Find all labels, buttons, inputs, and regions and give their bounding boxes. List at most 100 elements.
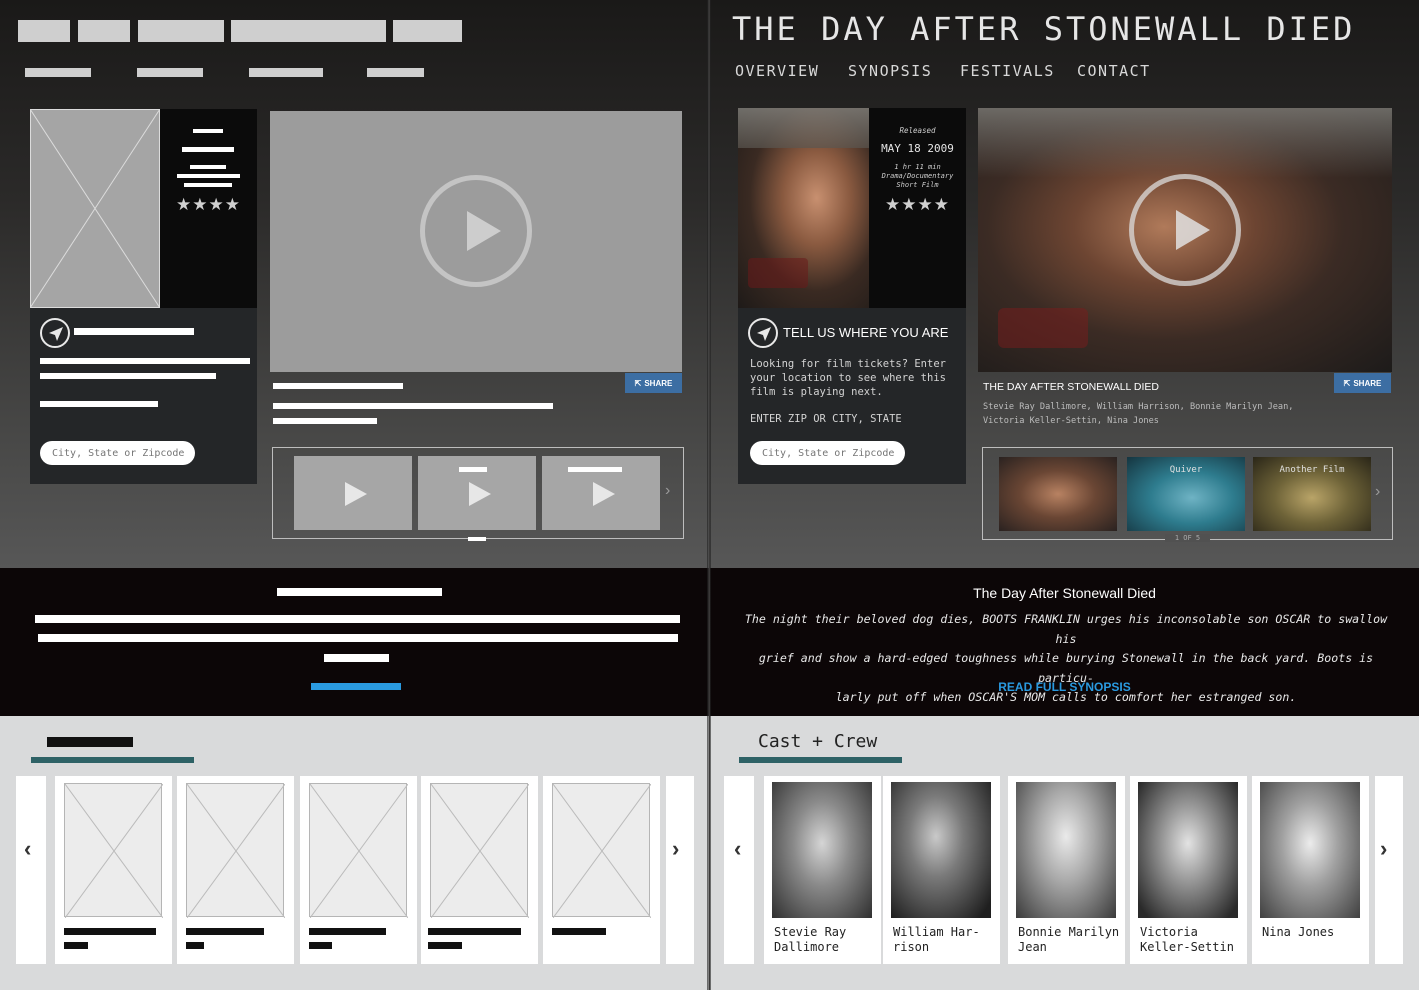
wireframe-text-line xyxy=(40,358,250,364)
wireframe-text-line xyxy=(193,129,223,133)
wireframe-text-line xyxy=(459,467,487,472)
cast-photo xyxy=(891,782,991,918)
card-partial xyxy=(724,776,754,964)
chevron-right-icon[interactable]: › xyxy=(1380,836,1387,862)
video-thumbnail[interactable]: Another Film xyxy=(1253,457,1371,531)
thumbnail-label: Another Film xyxy=(1279,465,1345,475)
wireframe-synopsis-title xyxy=(277,588,442,596)
wireframe-star-rating: ★★★★ xyxy=(176,195,241,214)
cast-card[interactable]: Nina Jones xyxy=(1252,776,1369,964)
play-icon xyxy=(593,482,615,506)
video-player[interactable] xyxy=(978,108,1392,372)
wireframe-share-button[interactable]: ⇱ SHARE xyxy=(625,373,682,393)
chevron-right-icon[interactable]: › xyxy=(1375,483,1380,501)
wireframe-thumbnail[interactable] xyxy=(294,456,412,530)
released-label: Released xyxy=(899,126,936,135)
wireframe-text-line xyxy=(190,165,226,169)
navigation-arrow-icon xyxy=(40,318,70,348)
star-rating: ★★★★ xyxy=(885,195,950,214)
video-thumbnail[interactable] xyxy=(999,457,1117,531)
release-date: MAY 18 2009 xyxy=(881,142,954,155)
wireframe-nav-item[interactable] xyxy=(137,68,203,77)
wireframe-text-line xyxy=(38,634,678,642)
wireframe-title-block xyxy=(18,20,70,42)
cast-photo xyxy=(1016,782,1116,918)
wireframe-cast-underline xyxy=(31,757,194,763)
synopsis-line: The night their beloved dog dies, BOOTS … xyxy=(744,612,1388,646)
chevron-left-icon[interactable]: ‹ xyxy=(734,836,741,862)
chevron-left-icon[interactable]: ‹ xyxy=(24,836,31,862)
wireframe-title-block xyxy=(393,20,462,42)
play-icon xyxy=(345,482,367,506)
play-icon[interactable] xyxy=(420,175,532,287)
wireframe-cast-card[interactable] xyxy=(177,776,294,964)
cast-card[interactable]: Victoria Keller-Settin xyxy=(1130,776,1247,964)
wireframe-video-player[interactable] xyxy=(270,111,682,372)
wireframe-text-line xyxy=(40,401,158,407)
carousel-pager: 1 OF 5 xyxy=(1165,534,1210,542)
location-desc-1: Looking for film tickets? Enter xyxy=(750,358,946,370)
read-full-synopsis-link[interactable]: READ FULL SYNOPSIS xyxy=(710,680,1419,694)
location-heading: TELL US WHERE YOU ARE xyxy=(783,325,949,340)
cast-photo xyxy=(1260,782,1360,918)
location-desc-2: your location to see where this xyxy=(750,372,946,384)
cast-card[interactable]: William Har-rison xyxy=(883,776,1000,964)
play-icon[interactable] xyxy=(1129,174,1241,286)
wireframe-text-line xyxy=(568,467,622,472)
nav-festivals[interactable]: FESTIVALS xyxy=(960,62,1055,80)
external-link-icon: ⇱ xyxy=(634,378,642,388)
nav-synopsis[interactable]: SYNOPSIS xyxy=(848,62,932,80)
site-title: THE DAY AFTER STONEWALL DIED xyxy=(732,10,1356,48)
wireframe-cast-card[interactable] xyxy=(300,776,417,964)
cast-card[interactable]: Bonnie Marilyn Jean xyxy=(1008,776,1125,964)
wireframe-card-partial xyxy=(16,776,46,964)
wireframe-text-line xyxy=(184,183,232,187)
wireframe-nav-item[interactable] xyxy=(249,68,323,77)
wireframe-nav-item[interactable] xyxy=(367,68,424,77)
share-label: SHARE xyxy=(1353,378,1382,388)
wireframe-pager xyxy=(468,537,486,541)
cast-name: Bonnie Marilyn Jean xyxy=(1018,925,1120,954)
wireframe-read-more-link[interactable] xyxy=(311,683,401,690)
chevron-right-icon[interactable]: › xyxy=(665,482,670,500)
cast-name: Stevie Ray Dallimore xyxy=(774,925,847,954)
share-button[interactable]: ⇱ SHARE xyxy=(1334,373,1391,393)
genre: Drama/Documentary xyxy=(881,172,954,180)
wireframe-cast-card[interactable] xyxy=(55,776,172,964)
wireframe-text-line xyxy=(177,174,240,178)
film-format: Short Film xyxy=(896,181,939,189)
cast-name: Nina Jones xyxy=(1262,925,1335,939)
wireframe-heading-line xyxy=(74,328,194,335)
wireframe-cast-card[interactable] xyxy=(543,776,660,964)
cast-photo xyxy=(1138,782,1238,918)
location-prompt: ENTER ZIP OR CITY, STATE xyxy=(750,413,902,425)
cast-heading: Cast + Crew xyxy=(758,731,878,752)
wireframe-city-input[interactable] xyxy=(40,441,195,465)
external-link-icon: ⇱ xyxy=(1343,378,1351,388)
synopsis-title: The Day After Stonewall Died xyxy=(973,585,1156,601)
video-title: THE DAY AFTER STONEWALL DIED xyxy=(983,381,1160,393)
wireframe-poster-image xyxy=(30,109,160,308)
thumbnail-label: Quiver xyxy=(1169,465,1203,475)
cast-photo xyxy=(772,782,872,918)
wireframe-nav-item[interactable] xyxy=(25,68,91,77)
wireframe-title-block xyxy=(78,20,130,42)
wireframe-text-line xyxy=(40,373,216,379)
chevron-right-icon[interactable]: › xyxy=(672,836,679,862)
nav-overview[interactable]: OVERVIEW xyxy=(735,62,819,80)
play-icon xyxy=(469,482,491,506)
city-zip-input[interactable] xyxy=(750,441,905,465)
video-credits-1: Stevie Ray Dallimore, William Harrison, … xyxy=(983,402,1294,412)
nav-contact[interactable]: CONTACT xyxy=(1077,62,1151,80)
wireframe-card-partial xyxy=(666,776,694,964)
wireframe-cast-card[interactable] xyxy=(421,776,538,964)
cast-card[interactable]: Stevie Ray Dallimore xyxy=(764,776,881,964)
page-spread-divider xyxy=(707,0,711,990)
wireframe-title-block xyxy=(231,20,386,42)
video-thumbnail[interactable]: Quiver xyxy=(1127,457,1245,531)
wireframe-cast-heading xyxy=(47,737,133,747)
cast-name: William Har-rison xyxy=(893,925,980,954)
card-partial xyxy=(1375,776,1403,964)
cast-heading-underline xyxy=(739,757,902,763)
location-desc-3: film is playing next. xyxy=(750,386,883,398)
